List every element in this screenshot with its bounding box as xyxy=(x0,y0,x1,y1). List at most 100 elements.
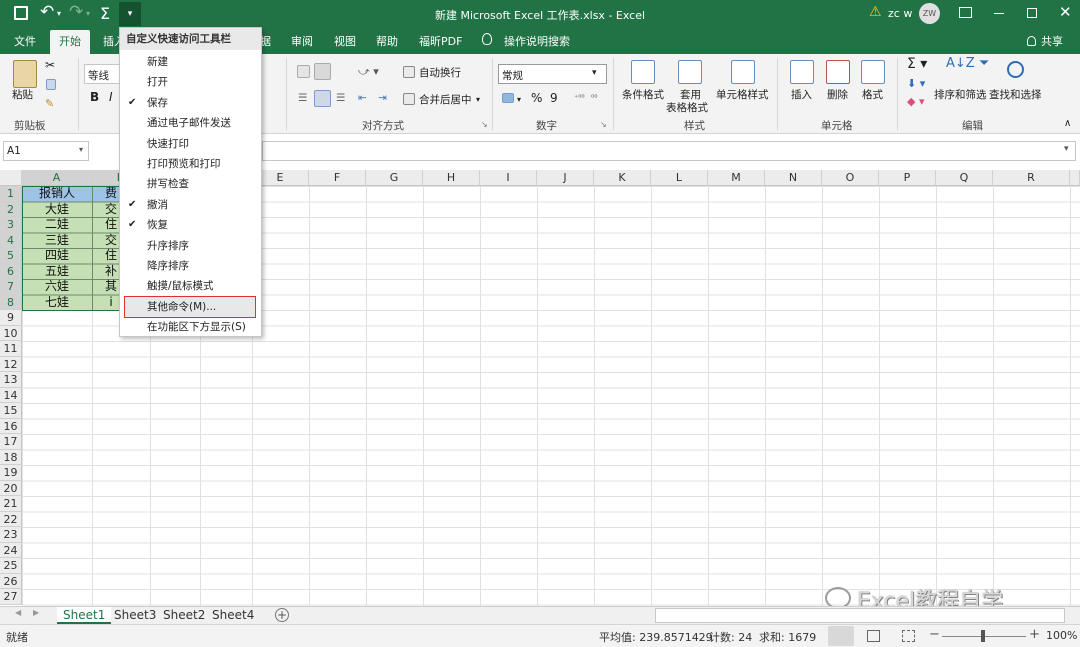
copy-icon[interactable] xyxy=(46,79,56,90)
accounting-dropdown-icon[interactable]: ▾ xyxy=(517,94,521,106)
align-left-icon[interactable]: ☰ xyxy=(298,92,307,104)
increase-decimal-icon[interactable]: ⁺⁰⁰ xyxy=(574,92,585,104)
accounting-format-icon[interactable] xyxy=(502,93,514,103)
row-header[interactable]: 9 xyxy=(0,310,22,326)
name-box-dropdown-icon[interactable]: ▾ xyxy=(79,145,83,154)
tab-view[interactable]: 视图 xyxy=(334,33,356,49)
column-header-g[interactable]: G xyxy=(366,170,423,186)
row-header[interactable]: 20 xyxy=(0,480,22,496)
tab-foxit-pdf[interactable]: 福昕PDF xyxy=(419,33,462,49)
menu-item[interactable]: 拼写检查 xyxy=(120,174,261,194)
undo-dropdown-icon[interactable]: ▾ xyxy=(57,9,61,18)
row-header[interactable]: 5 xyxy=(0,248,22,264)
row-header[interactable]: 22 xyxy=(0,511,22,527)
sheet-tab-sheet1[interactable]: Sheet1 xyxy=(57,607,112,624)
percent-style-button[interactable]: % xyxy=(531,92,542,104)
scroll-tabs-left-icon[interactable]: ◀ xyxy=(15,608,21,617)
horizontal-scrollbar[interactable] xyxy=(655,608,1065,623)
row-header[interactable]: 8 xyxy=(0,294,22,310)
menu-item[interactable]: 触摸/鼠标模式 xyxy=(120,276,261,296)
row-header[interactable]: 7 xyxy=(0,279,22,295)
redo-icon[interactable]: ↷ xyxy=(69,2,83,22)
warning-icon[interactable]: ⚠ xyxy=(869,4,882,20)
sheet-tab-sheet3[interactable]: Sheet3 xyxy=(114,607,156,624)
menu-item[interactable]: 在功能区下方显示(S) xyxy=(120,317,261,337)
column-header-p[interactable]: P xyxy=(879,170,936,186)
align-center-icon[interactable] xyxy=(314,90,331,107)
column-header-f[interactable]: F xyxy=(309,170,366,186)
minimize-button[interactable] xyxy=(994,13,1004,14)
decrease-indent-icon[interactable]: ⇤ xyxy=(358,92,367,104)
row-header[interactable]: 3 xyxy=(0,217,22,233)
insert-cells-icon[interactable] xyxy=(790,60,814,84)
column-header-a[interactable]: A xyxy=(22,170,92,186)
row-header[interactable]: 21 xyxy=(0,496,22,512)
row-header[interactable]: 24 xyxy=(0,542,22,558)
decrease-decimal-icon[interactable]: ⁰⁰ xyxy=(591,92,597,104)
row-header[interactable]: 25 xyxy=(0,558,22,574)
column-header-q[interactable]: Q xyxy=(936,170,993,186)
merge-center-button[interactable]: 合并后居中 xyxy=(419,94,472,106)
increase-indent-icon[interactable]: ⇥ xyxy=(378,92,387,104)
share-button[interactable]: 共享 xyxy=(1041,33,1063,49)
comma-style-button[interactable]: 9 xyxy=(550,92,558,104)
formula-input[interactable] xyxy=(262,141,1076,161)
wrap-text-button[interactable]: 自动换行 xyxy=(419,67,461,79)
tell-me-search[interactable]: 操作说明搜索 xyxy=(504,33,570,49)
sheet-tab-sheet2[interactable]: Sheet2 xyxy=(163,607,205,624)
align-top-icon[interactable] xyxy=(297,65,310,78)
menu-item[interactable]: 降序排序 xyxy=(120,256,261,276)
format-as-table-button-line2[interactable]: 表格格式 xyxy=(666,102,708,114)
table-cell[interactable]: 报销人 xyxy=(22,186,92,202)
table-cell[interactable]: 四娃 xyxy=(22,248,92,264)
menu-item[interactable]: ✔ 保存 xyxy=(120,93,261,113)
paste-button[interactable]: 粘贴 xyxy=(12,89,33,101)
alignment-launcher-icon[interactable]: ↘ xyxy=(481,119,488,131)
cell-styles-button[interactable]: 单元格样式 xyxy=(716,89,769,101)
column-header-m[interactable]: M xyxy=(708,170,765,186)
tab-review[interactable]: 审阅 xyxy=(291,33,313,49)
merge-dropdown-icon[interactable]: ▾ xyxy=(476,94,480,106)
normal-view-icon[interactable] xyxy=(828,626,854,646)
format-as-table-button-line1[interactable]: 套用 xyxy=(680,89,701,101)
row-header[interactable]: 23 xyxy=(0,527,22,543)
row-header[interactable]: 13 xyxy=(0,372,22,388)
user-name[interactable]: zc w xyxy=(888,7,912,20)
zoom-out-button[interactable]: − xyxy=(929,627,940,642)
orientation-icon[interactable]: ⤻ ▾ xyxy=(358,66,379,78)
insert-cells-button[interactable]: 插入 xyxy=(791,89,812,101)
table-cell[interactable]: 五娃 xyxy=(22,264,92,280)
sort-filter-icon[interactable]: A↓Z ⏷ xyxy=(946,57,989,70)
menu-item[interactable]: ✔ 恢复 xyxy=(120,215,261,235)
column-header-o[interactable]: O xyxy=(822,170,879,186)
row-header[interactable]: 16 xyxy=(0,418,22,434)
column-header-i[interactable]: I xyxy=(480,170,537,186)
column-header-k[interactable]: K xyxy=(594,170,651,186)
expand-formula-icon[interactable]: ▾ xyxy=(1064,144,1069,154)
row-header[interactable]: 15 xyxy=(0,403,22,419)
format-cells-icon[interactable] xyxy=(861,60,885,84)
autosum-icon[interactable]: Σ xyxy=(100,4,110,23)
menu-item[interactable]: 快速打印 xyxy=(120,134,261,154)
conditional-format-icon[interactable] xyxy=(631,60,655,84)
italic-button[interactable]: I xyxy=(109,91,113,103)
delete-cells-icon[interactable] xyxy=(826,60,850,84)
scroll-tabs-right-icon[interactable]: ▶ xyxy=(33,608,39,617)
save-icon[interactable] xyxy=(14,6,28,20)
table-cell[interactable]: 七娃 xyxy=(22,295,92,311)
cell-styles-icon[interactable] xyxy=(731,60,755,84)
number-launcher-icon[interactable]: ↘ xyxy=(600,119,607,131)
collapse-ribbon-icon[interactable]: ∧ xyxy=(1064,118,1071,130)
sheet-tab-sheet4[interactable]: Sheet4 xyxy=(212,607,254,624)
zoom-in-button[interactable]: + xyxy=(1029,627,1040,642)
menu-item[interactable]: 打开 xyxy=(120,72,261,92)
find-select-icon[interactable] xyxy=(1007,61,1024,78)
zoom-level[interactable]: 100% xyxy=(1046,629,1077,642)
ribbon-display-options-icon[interactable] xyxy=(959,7,972,18)
page-break-view-icon[interactable] xyxy=(902,630,915,642)
delete-cells-button[interactable]: 删除 xyxy=(827,89,848,101)
format-as-table-icon[interactable] xyxy=(678,60,702,84)
wrap-text-icon[interactable] xyxy=(403,66,415,78)
row-header[interactable]: 4 xyxy=(0,232,22,248)
table-cell[interactable]: 大娃 xyxy=(22,202,92,218)
